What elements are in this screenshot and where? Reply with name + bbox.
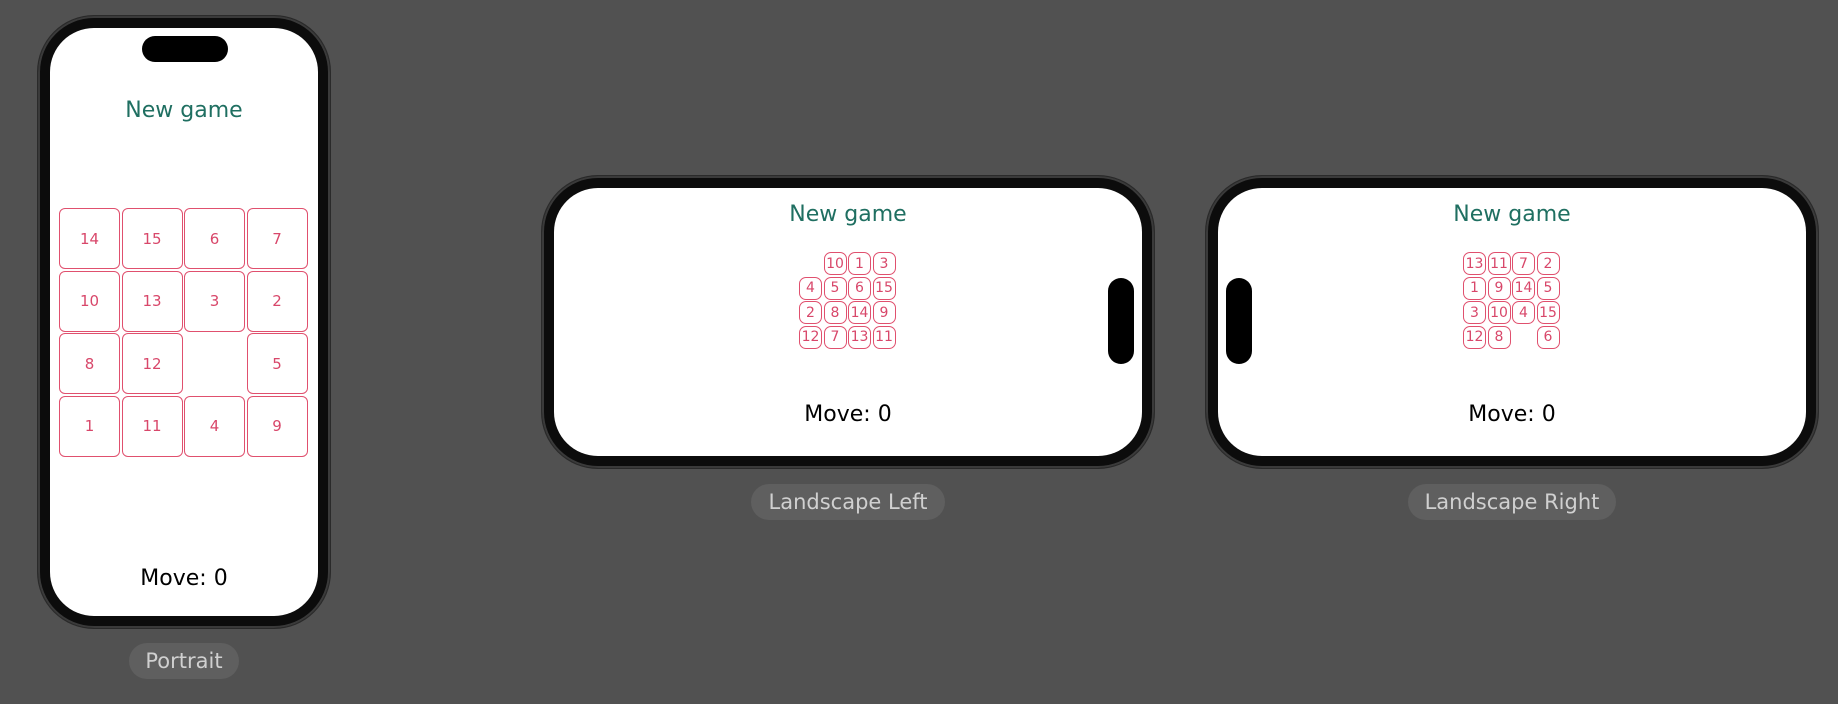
device-screen-portrait: New game 14 15 6 7 10 13 3 2 8 12 5 1 11 4 9 Move: 0 bbox=[50, 28, 318, 616]
xcode-preview-canvas: New game 14 15 6 7 10 13 3 2 8 12 5 1 11 4 9 Move: 0 P… bbox=[0, 0, 1838, 704]
puzzle-tile[interactable]: 6 bbox=[184, 208, 245, 269]
puzzle-tile[interactable]: 10 bbox=[59, 270, 120, 332]
puzzle-tile[interactable]: 14 bbox=[59, 208, 120, 269]
empty-tile-slot bbox=[799, 252, 822, 275]
puzzle-tile[interactable]: 2 bbox=[246, 270, 308, 332]
puzzle-tile[interactable]: 15 bbox=[1536, 301, 1560, 324]
new-game-button[interactable]: New game bbox=[554, 202, 1142, 227]
orientation-label-landscape-left: Landscape Left bbox=[751, 484, 945, 520]
puzzle-tile[interactable]: 2 bbox=[799, 301, 822, 324]
puzzle-tile[interactable]: 12 bbox=[1463, 325, 1486, 349]
puzzle-tile[interactable]: 2 bbox=[1536, 252, 1560, 275]
puzzle-tile[interactable]: 10 bbox=[1487, 301, 1511, 324]
move-counter: Move: 0 bbox=[140, 566, 228, 591]
dynamic-island bbox=[1226, 278, 1252, 364]
puzzle-grid: 10 1 3 4 5 6 15 2 8 14 9 12 7 13 11 bbox=[799, 252, 896, 349]
dynamic-island bbox=[1108, 278, 1134, 364]
device-frame-landscape-left: New game 10 1 3 4 5 6 15 2 8 14 9 12 7 13 11 Move: 0 bbox=[542, 176, 1154, 468]
new-game-button[interactable]: New game bbox=[50, 98, 318, 123]
empty-tile-slot bbox=[1512, 326, 1535, 349]
move-counter: Move: 0 bbox=[804, 402, 892, 427]
device-screen-landscape-left: New game 10 1 3 4 5 6 15 2 8 14 9 12 7 13 11 Move: 0 bbox=[554, 188, 1142, 456]
puzzle-tile[interactable]: 8 bbox=[823, 301, 847, 324]
puzzle-tile[interactable]: 12 bbox=[799, 325, 822, 349]
puzzle-tile[interactable]: 10 bbox=[823, 252, 847, 275]
puzzle-tile[interactable]: 1 bbox=[848, 252, 871, 275]
puzzle-tile[interactable]: 13 bbox=[1463, 252, 1486, 275]
move-counter: Move: 0 bbox=[1468, 402, 1556, 427]
puzzle-tile[interactable]: 7 bbox=[246, 208, 308, 269]
puzzle-tile[interactable]: 1 bbox=[59, 395, 120, 457]
puzzle-tile[interactable]: 14 bbox=[848, 301, 871, 324]
device-screen-landscape-right: New game 13 11 7 2 1 9 14 5 3 10 4 15 12 8 6 Move: 0 bbox=[1218, 188, 1806, 456]
puzzle-tile[interactable]: 12 bbox=[121, 333, 183, 394]
puzzle-tile[interactable]: 13 bbox=[121, 270, 183, 332]
puzzle-tile[interactable]: 3 bbox=[184, 270, 245, 332]
puzzle-tile[interactable]: 3 bbox=[872, 252, 896, 275]
new-game-button[interactable]: New game bbox=[1218, 202, 1806, 227]
device-frame-portrait: New game 14 15 6 7 10 13 3 2 8 12 5 1 11 4 9 Move: 0 bbox=[38, 16, 330, 628]
puzzle-tile[interactable]: 7 bbox=[1512, 252, 1535, 275]
puzzle-tile[interactable]: 15 bbox=[872, 276, 896, 300]
puzzle-tile[interactable]: 5 bbox=[1536, 276, 1560, 300]
puzzle-tile[interactable]: 4 bbox=[799, 276, 822, 300]
puzzle-grid: 14 15 6 7 10 13 3 2 8 12 5 1 11 4 9 bbox=[59, 208, 308, 457]
puzzle-tile[interactable]: 1 bbox=[1463, 276, 1486, 300]
puzzle-tile[interactable]: 6 bbox=[848, 276, 871, 300]
puzzle-tile[interactable]: 15 bbox=[121, 208, 183, 269]
orientation-label-landscape-right: Landscape Right bbox=[1408, 484, 1616, 520]
dynamic-island bbox=[142, 36, 228, 62]
puzzle-tile[interactable]: 5 bbox=[823, 276, 847, 300]
puzzle-tile[interactable]: 13 bbox=[848, 325, 871, 349]
puzzle-tile[interactable]: 8 bbox=[59, 333, 120, 394]
puzzle-tile[interactable]: 9 bbox=[1487, 276, 1511, 300]
puzzle-tile[interactable]: 9 bbox=[872, 301, 896, 324]
puzzle-tile[interactable]: 11 bbox=[121, 395, 183, 457]
orientation-label-portrait: Portrait bbox=[129, 643, 239, 679]
puzzle-tile[interactable]: 4 bbox=[1512, 301, 1535, 324]
puzzle-tile[interactable]: 6 bbox=[1536, 325, 1560, 349]
puzzle-tile[interactable]: 7 bbox=[823, 325, 847, 349]
puzzle-tile[interactable]: 5 bbox=[246, 333, 308, 394]
puzzle-tile[interactable]: 11 bbox=[1487, 252, 1511, 275]
device-frame-landscape-right: New game 13 11 7 2 1 9 14 5 3 10 4 15 12 8 6 Move: 0 bbox=[1206, 176, 1818, 468]
puzzle-tile[interactable]: 8 bbox=[1487, 325, 1511, 349]
puzzle-tile[interactable]: 9 bbox=[246, 395, 308, 457]
empty-tile-slot bbox=[184, 333, 245, 394]
puzzle-tile[interactable]: 3 bbox=[1463, 301, 1486, 324]
puzzle-grid: 13 11 7 2 1 9 14 5 3 10 4 15 12 8 6 bbox=[1463, 252, 1560, 349]
puzzle-tile[interactable]: 14 bbox=[1512, 276, 1535, 300]
puzzle-tile[interactable]: 4 bbox=[184, 395, 245, 457]
puzzle-tile[interactable]: 11 bbox=[872, 325, 896, 349]
